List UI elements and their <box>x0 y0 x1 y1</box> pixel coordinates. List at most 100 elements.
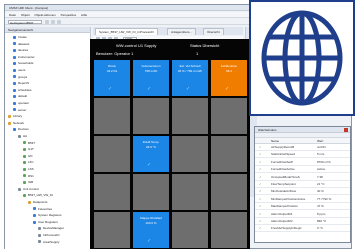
tree-item[interactable]: I2C <box>23 153 33 159</box>
tree-item[interactable]: InProcessIO <box>38 232 60 238</box>
hmi-tile[interactable]: Fehlfunktion 68.4 ✓ <box>211 60 247 96</box>
check-icon[interactable]: ✓ <box>259 151 262 158</box>
tree-item[interactable]: Favourites <box>33 206 52 212</box>
tree-item[interactable]: HA <box>18 133 27 139</box>
folder-icon <box>23 154 26 158</box>
hmi-tile[interactable] <box>211 212 247 248</box>
tile-value: 33.2 Pa <box>106 69 118 73</box>
check-icon[interactable]: ✓ <box>259 174 262 181</box>
forward-icon[interactable] <box>51 20 55 24</box>
tree-item-label: Unit Control <box>23 186 39 191</box>
check-icon[interactable]: ✓ <box>259 211 262 218</box>
tree-item[interactable]: System Registers <box>33 212 62 218</box>
tree-item[interactable]: ReportS <box>13 80 29 86</box>
menu-file[interactable]: Datei <box>9 13 16 17</box>
tree-item[interactable]: households <box>13 60 33 66</box>
watch-row-value: 890 °C <box>317 219 327 223</box>
menu-perspective[interactable]: Perspektive <box>61 13 77 17</box>
tree-item[interactable]: devices <box>13 47 28 53</box>
hmi-tile[interactable] <box>211 136 247 172</box>
hmi-tile[interactable]: Ext. Vol.Schnell 45 % / 782.4 m3/h ✓ <box>172 60 208 96</box>
hmi-tile[interactable] <box>94 212 130 248</box>
check-icon[interactable]: ✓ <box>259 159 262 166</box>
watch-row[interactable]: ✓ MinDamperPositionActive 77.7792 % <box>255 196 350 203</box>
tree-item[interactable]: operator <box>13 100 29 106</box>
hmi-tile[interactable] <box>133 174 169 210</box>
hmi-tile[interactable] <box>172 98 208 134</box>
menu-object[interactable]: Objekt <box>21 13 30 17</box>
folder-icon <box>23 180 26 184</box>
tree-item[interactable]: Devices <box>13 126 29 132</box>
hmi-tile[interactable] <box>172 174 208 210</box>
watch-row[interactable]: ✓ StellAntriebSpeed 5 m/s <box>255 151 350 159</box>
tree-item[interactable]: RS1 <box>23 173 34 179</box>
tree-item[interactable]: schedules <box>13 87 32 93</box>
tree-item[interactable]: Unit Control <box>18 186 39 192</box>
hmi-tile[interactable]: Volumenstrom 768 m3/h ✓ <box>133 60 169 96</box>
tree-item[interactable]: server <box>13 107 26 113</box>
folder-icon <box>23 141 26 145</box>
tree-item[interactable]: Invoke <box>13 34 27 40</box>
tree-item[interactable]: User Registers <box>33 219 58 225</box>
home-icon[interactable] <box>57 20 61 24</box>
check-icon[interactable]: ✓ <box>259 144 262 151</box>
menu-object-actions[interactable]: Objekt-Aktionen <box>34 13 55 17</box>
menu-help[interactable]: Hilfe <box>81 13 87 17</box>
tree-item[interactable]: users <box>13 67 25 73</box>
address-input[interactable]: Heizsystem B537 <box>8 20 42 25</box>
hmi-tile[interactable] <box>211 98 247 134</box>
tab-overview[interactable]: Übersicht <box>203 28 224 35</box>
hmi-tile[interactable] <box>172 212 208 248</box>
tree-item[interactable]: Datapoints <box>28 199 47 205</box>
check-icon[interactable]: ✓ <box>259 181 262 188</box>
watch-row[interactable]: ✓ AlarmOutputDI1 8 ppm <box>255 211 350 218</box>
tab-overview-plant[interactable]: Anlagenübers... <box>167 28 197 35</box>
tree-item[interactable]: LSS <box>23 166 34 172</box>
watch-row-value: on/ON <box>317 145 326 149</box>
watch-row[interactable]: ✓ FlowTempSetpoint 21 °C <box>255 181 350 188</box>
watch-row[interactable]: ✓ AirSupplyDemAB on/ON <box>255 144 350 151</box>
hmi-tile[interactable] <box>133 98 169 134</box>
check-icon[interactable]: ✓ <box>259 203 262 210</box>
hmi-tile[interactable] <box>94 98 130 134</box>
tree-item[interactable]: IGB <box>23 179 33 185</box>
watch-row[interactable]: ✓ ForcedFlowSetP 8700 m³/h <box>255 159 350 166</box>
tree-item[interactable]: instrumenter <box>13 54 35 60</box>
tile-name: Ext. Vol.Schnell <box>179 64 201 68</box>
watch-row[interactable]: ✓ MinOutsideAirFlow 40 % <box>255 188 350 196</box>
check-icon[interactable]: ✓ <box>259 166 262 173</box>
watch-row[interactable]: ✓ MaxDamperPosition 47 % <box>255 203 350 211</box>
watch-close-icon[interactable] <box>344 128 348 132</box>
tree-item[interactable]: Library <box>8 113 22 119</box>
tree-item-label: Datapoints <box>33 200 48 204</box>
hmi-tile[interactable]: Druck 33.2 Pa ✓ <box>94 60 130 96</box>
tree-item[interactable]: default <box>13 93 27 99</box>
check-icon[interactable]: ✓ <box>259 218 262 225</box>
watch-row[interactable]: ✓ AlarmOutputDI2 890 °C <box>255 218 350 225</box>
hmi-tile[interactable] <box>94 136 130 172</box>
tree-item[interactable]: B537 <box>23 140 35 146</box>
tab-system-io[interactable]: System_B537_HW_VW_IO_InProcessIO <box>95 28 158 35</box>
hmi-tile[interactable] <box>94 174 130 210</box>
back-icon[interactable] <box>45 20 49 24</box>
folder-icon <box>8 114 11 118</box>
tree-item[interactable]: datasets <box>13 41 29 47</box>
check-icon[interactable]: ✓ <box>259 196 262 203</box>
hmi-tile[interactable]: Klappe Rücklauf 100.0 % ✓ <box>133 212 169 248</box>
check-icon[interactable]: ✓ <box>259 225 262 232</box>
watch-row[interactable]: ✓ OccupiedModeTimeS 7.38 <box>255 174 350 181</box>
watch-row[interactable]: ✓ FreshAirSupplyInDegC 0 °C <box>255 225 350 233</box>
tree-item[interactable]: Network <box>8 120 24 126</box>
tree-item[interactable]: B537_HW_VW_IO <box>23 192 53 198</box>
tree-item[interactable]: L5C <box>23 159 34 165</box>
hmi-tile[interactable] <box>211 174 247 210</box>
hmi-tile[interactable]: Zuluft Temp. 26.9 °C ✓ <box>133 136 169 172</box>
watch-row[interactable]: ✓ ForcedFlowActive Active <box>255 166 350 174</box>
folder-icon <box>13 101 16 105</box>
check-icon[interactable]: ✓ <box>259 188 262 195</box>
tree-item[interactable]: groups <box>13 74 27 80</box>
tree-item[interactable]: Area/Supply <box>38 239 59 245</box>
hmi-tile[interactable] <box>172 136 208 172</box>
tree-item[interactable]: G1T <box>23 146 34 152</box>
tree-item[interactable]: DeviceManager <box>38 225 64 231</box>
